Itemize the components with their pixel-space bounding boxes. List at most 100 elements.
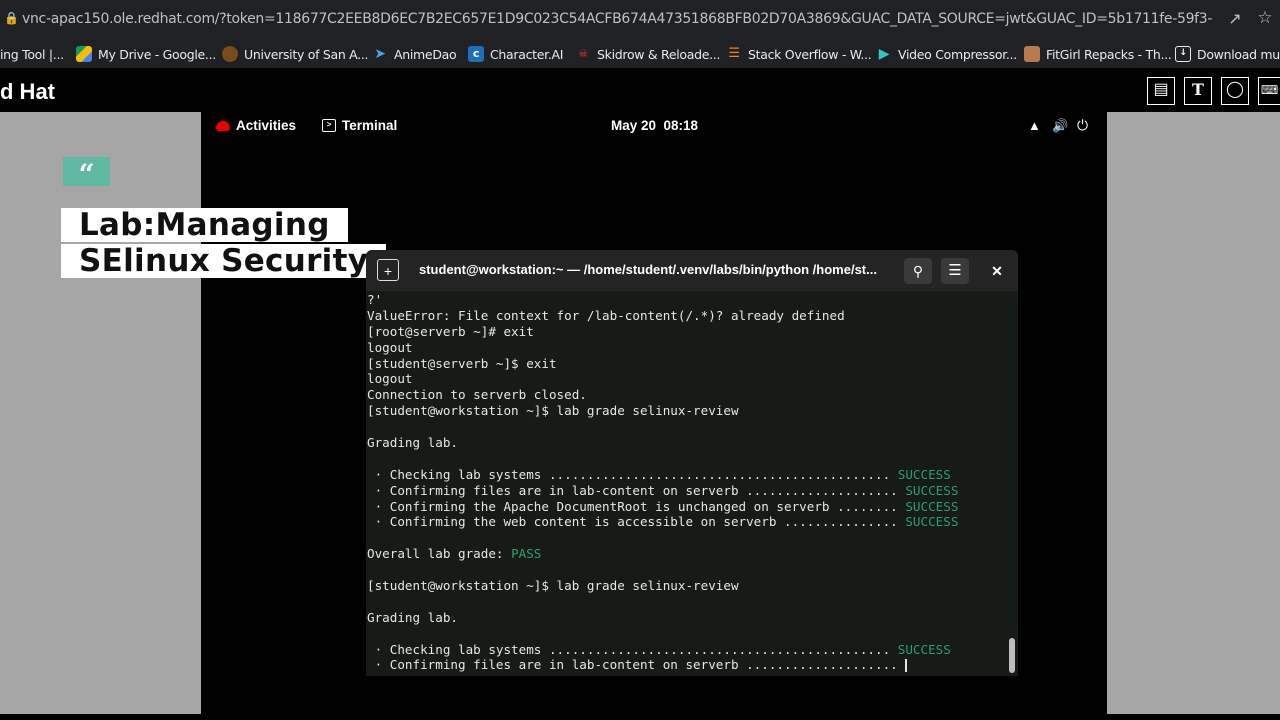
clipboard-icon[interactable]: ▤ bbox=[1147, 77, 1175, 105]
new-tab-icon[interactable]: + bbox=[377, 259, 399, 281]
bookmark-item[interactable]: ☰ Stack Overflow - W... bbox=[726, 44, 871, 64]
text-cursor bbox=[905, 659, 908, 673]
terminal-line-text: [student@workstation ~]$ lab grade selin… bbox=[367, 578, 739, 594]
volume-icon[interactable]: 🔊 bbox=[1052, 118, 1068, 134]
right-letterbox bbox=[1107, 112, 1280, 714]
video-title-line2: SElinux Security bbox=[61, 244, 387, 278]
google-drive-icon bbox=[76, 46, 92, 62]
status-badge: PASS bbox=[511, 546, 542, 562]
terminal-title: student@workstation:~ — /home/student/.v… bbox=[419, 262, 877, 277]
terminal-line-text: Grading lab. bbox=[367, 435, 458, 451]
brand-logo-text: d Hat bbox=[0, 79, 55, 104]
terminal-line: logout bbox=[367, 340, 1007, 356]
bookmark-item[interactable]: ↓ Download mus bbox=[1175, 44, 1280, 64]
terminal-line-text: · Confirming the Apache DocumentRoot is … bbox=[367, 498, 906, 514]
refresh-icon[interactable]: ◯ bbox=[1221, 77, 1249, 105]
terminal-line: · Confirming files are in lab-content on… bbox=[367, 657, 1007, 673]
university-seal-icon bbox=[222, 46, 238, 62]
url-field[interactable]: vnc-apac150.ole.redhat.com/?token=118677… bbox=[22, 11, 1212, 31]
activities-label: Activities bbox=[236, 118, 297, 133]
terminal-icon: > bbox=[322, 119, 336, 132]
keyboard-icon[interactable]: ⌨ bbox=[1258, 77, 1280, 105]
character-ai-icon: c bbox=[468, 46, 484, 62]
terminal-line-text: · Confirming files are in lab-content on… bbox=[367, 482, 906, 498]
bookmark-item[interactable]: ➤ AnimeDao bbox=[372, 44, 456, 64]
text-input-button[interactable]: T bbox=[1184, 77, 1212, 105]
bookmark-item[interactable]: ▶ Video Compressor... bbox=[876, 44, 1017, 64]
bookmark-label: Character.AI bbox=[490, 46, 564, 62]
terminal-line-text: logout bbox=[367, 339, 413, 355]
paper-plane-icon: ➤ bbox=[374, 46, 386, 62]
search-icon[interactable]: ⚲ bbox=[904, 258, 932, 284]
terminal-line: · Checking lab systems .................… bbox=[367, 467, 1007, 483]
terminal-output[interactable]: ?' ValueError: File context for /lab-cont… bbox=[367, 292, 1007, 676]
terminal-scrollbar[interactable] bbox=[1009, 638, 1015, 673]
terminal-line: ValueError: File context for /lab-conten… bbox=[367, 308, 1007, 324]
bookmark-label: University of San A... bbox=[244, 46, 369, 62]
status-badge: SUCCESS bbox=[905, 514, 959, 530]
share-icon[interactable]: ↗ bbox=[1224, 9, 1246, 31]
status-badge: SUCCESS bbox=[897, 641, 951, 657]
terminal-line: [root@serverb ~]# exit bbox=[367, 324, 1007, 340]
terminal-line: Grading lab. bbox=[367, 610, 1007, 626]
skull-icon: ☠ bbox=[575, 46, 591, 62]
bookmark-item[interactable]: c Character.AI bbox=[468, 44, 563, 64]
app-menu-terminal[interactable]: > Terminal bbox=[322, 118, 397, 133]
terminal-line-text: Grading lab. bbox=[367, 609, 458, 625]
terminal-line-text: · Confirming files are in lab-content on… bbox=[367, 657, 906, 673]
bookmark-label: My Drive - Google... bbox=[98, 46, 216, 62]
status-badge: SUCCESS bbox=[905, 482, 959, 498]
bookmark-label: ing Tool |... bbox=[0, 46, 64, 62]
bookmark-item[interactable]: FitGirl Repacks - Th... bbox=[1024, 44, 1172, 64]
hamburger-menu-icon[interactable]: ☰ bbox=[941, 258, 969, 284]
terminal-line: · Confirming files are in lab-content on… bbox=[367, 483, 1007, 499]
terminal-line-text: · Checking lab systems .................… bbox=[367, 466, 898, 482]
terminal-line: [student@workstation ~]$ lab grade selin… bbox=[367, 403, 1007, 419]
bookmark-label: AnimeDao bbox=[394, 46, 457, 62]
session-toolbar bbox=[0, 68, 1280, 112]
bookmark-label: Video Compressor... bbox=[898, 46, 1017, 62]
left-letterbox bbox=[0, 112, 201, 714]
bookmarks-bar: ing Tool |... My Drive - Google... Unive… bbox=[0, 40, 1280, 68]
terminal-line-text: [root@serverb ~]# exit bbox=[367, 323, 534, 339]
terminal-line-text: [student@serverb ~]$ exit bbox=[367, 355, 557, 371]
bookmark-star-icon[interactable]: ☆ bbox=[1254, 8, 1276, 30]
close-icon[interactable]: ✕ bbox=[985, 258, 1009, 284]
terminal-line-text: ?' bbox=[367, 292, 383, 307]
bookmark-label: Skidrow & Reloade... bbox=[597, 46, 721, 62]
status-badge: SUCCESS bbox=[897, 466, 951, 482]
bookmark-item[interactable]: My Drive - Google... bbox=[76, 44, 216, 64]
terminal-line: · Checking lab systems .................… bbox=[367, 642, 1007, 658]
terminal-line-text: · Confirming the web content is accessib… bbox=[367, 514, 906, 530]
terminal-line-text: logout bbox=[367, 371, 413, 387]
terminal-line-text: Connection to serverb closed. bbox=[367, 387, 587, 403]
terminal-line: · Confirming the web content is accessib… bbox=[367, 514, 1007, 530]
network-icon[interactable]: ▲ bbox=[1028, 118, 1041, 133]
clock[interactable]: May 20 08:18 bbox=[611, 118, 698, 133]
app-menu-label: Terminal bbox=[342, 118, 398, 133]
bookmark-item[interactable]: University of San A... bbox=[222, 44, 369, 64]
terminal-line: [student@serverb ~]$ exit bbox=[367, 356, 1007, 372]
video-title-line1: Lab:Managing bbox=[61, 208, 348, 242]
quote-icon: “ bbox=[63, 157, 110, 191]
terminal-line-text: ValueError: File context for /lab-conten… bbox=[367, 307, 845, 323]
terminal-line: · Confirming the Apache DocumentRoot is … bbox=[367, 499, 1007, 515]
power-icon[interactable]: ⏻ bbox=[1077, 117, 1088, 134]
download-icon: ↓ bbox=[1175, 46, 1191, 62]
bookmark-label: Download mus bbox=[1197, 46, 1280, 62]
play-icon: ▶ bbox=[878, 46, 890, 62]
lock-icon[interactable]: 🔒 bbox=[4, 11, 19, 27]
bookmark-item[interactable]: ing Tool |... bbox=[0, 44, 64, 64]
terminal-line: Grading lab. bbox=[367, 435, 1007, 451]
terminal-line: ?' bbox=[367, 292, 1007, 308]
bookmark-item[interactable]: ☠ Skidrow & Reloade... bbox=[575, 44, 720, 64]
terminal-line: [student@workstation ~]$ lab grade selin… bbox=[367, 578, 1007, 594]
terminal-line-text: · Checking lab systems .................… bbox=[367, 641, 898, 657]
terminal-line-text: Overall lab grade: bbox=[367, 546, 512, 562]
activities-button[interactable]: Activities bbox=[216, 118, 296, 133]
